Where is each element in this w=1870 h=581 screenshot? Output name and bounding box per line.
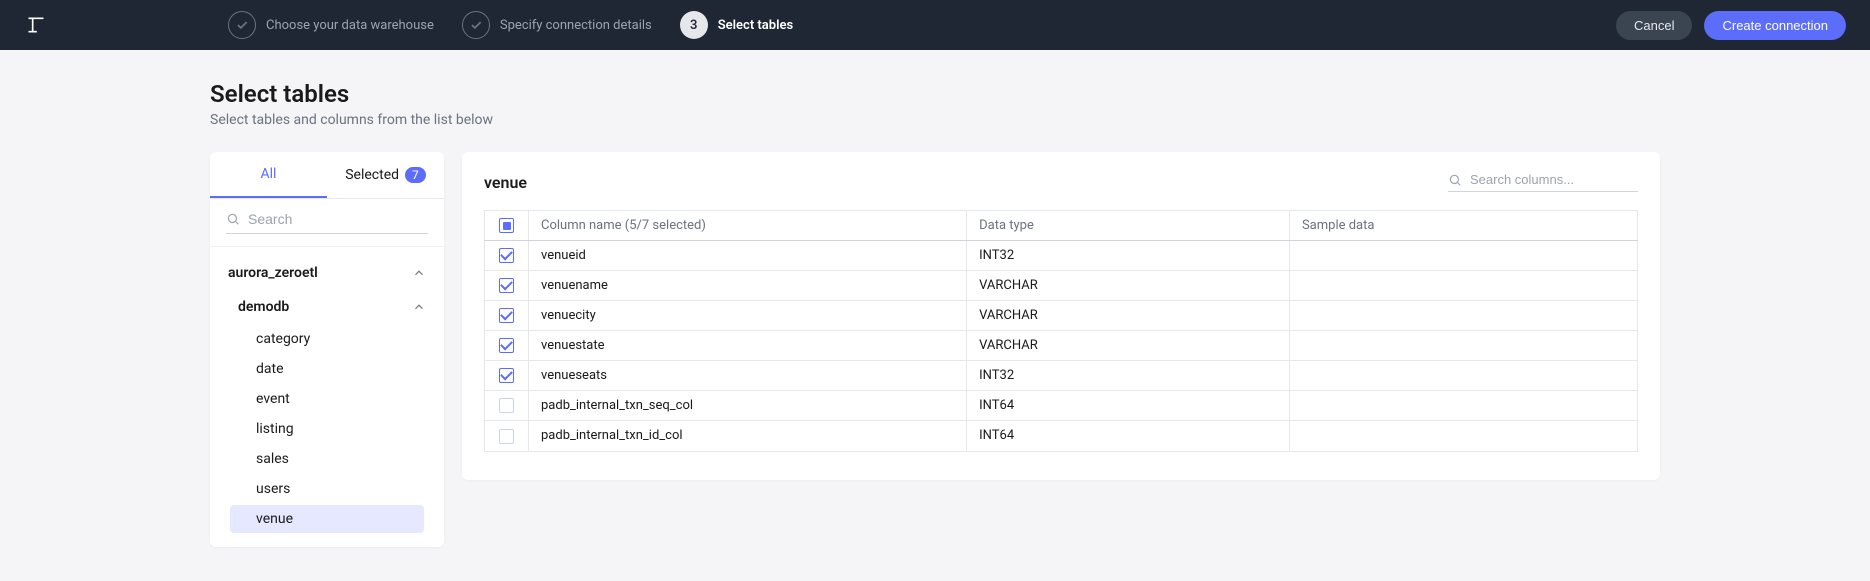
search-icon: [1448, 173, 1462, 187]
logo-icon: [24, 13, 48, 37]
check-icon: [228, 11, 256, 39]
table-row: venueidINT32: [485, 241, 1638, 271]
table-search-wrap: [210, 199, 444, 247]
schema-node[interactable]: aurora_zeroetl: [210, 255, 444, 291]
row-checkbox[interactable]: [499, 308, 514, 323]
table-row: venueseatsINT32: [485, 361, 1638, 391]
step-3-number: 3: [680, 11, 708, 39]
sample-data-cell: [1289, 391, 1637, 421]
table-row: padb_internal_txn_id_colINT64: [485, 421, 1638, 451]
row-checkbox-cell: [485, 241, 529, 271]
schema-name: aurora_zeroetl: [228, 265, 318, 281]
tab-selected-label: Selected: [345, 167, 399, 183]
sample-data-cell: [1289, 421, 1637, 451]
step-1-label: Choose your data warehouse: [266, 18, 434, 33]
step-2: Specify connection details: [462, 11, 652, 39]
row-checkbox[interactable]: [499, 368, 514, 383]
tab-selected[interactable]: Selected 7: [327, 152, 444, 198]
data-type-cell: INT32: [967, 361, 1290, 391]
detail-title: venue: [484, 173, 527, 192]
columns-table: Column name (5/7 selected) Data type Sam…: [484, 210, 1638, 452]
table-item[interactable]: event: [230, 385, 424, 413]
select-all-checkbox[interactable]: [499, 218, 514, 233]
table-row: padb_internal_txn_seq_colINT64: [485, 391, 1638, 421]
data-type-cell: INT64: [967, 391, 1290, 421]
data-type-cell: VARCHAR: [967, 271, 1290, 301]
sample-data-cell: [1289, 301, 1637, 331]
column-name-cell: venueseats: [529, 361, 967, 391]
step-3-label: Select tables: [718, 18, 793, 33]
column-detail-panel: venue Column name (5/7 selected) Data ty…: [462, 152, 1660, 480]
row-checkbox[interactable]: [499, 429, 514, 444]
table-tree: aurora_zeroetl demodb categorydateeventl…: [210, 247, 444, 547]
col-header-name: Column name (5/7 selected): [529, 211, 967, 241]
database-name: demodb: [238, 299, 289, 315]
table-item[interactable]: sales: [230, 445, 424, 473]
tab-all-label: All: [261, 166, 277, 182]
column-name-cell: venuename: [529, 271, 967, 301]
table-row: venuenameVARCHAR: [485, 271, 1638, 301]
table-item[interactable]: date: [230, 355, 424, 383]
data-type-cell: VARCHAR: [967, 331, 1290, 361]
page-subtitle: Select tables and columns from the list …: [210, 112, 1660, 128]
sample-data-cell: [1289, 271, 1637, 301]
wizard-steps: Choose your data warehouse Specify conne…: [228, 11, 793, 39]
table-item[interactable]: category: [230, 325, 424, 353]
search-icon: [226, 212, 240, 226]
table-list: categorydateeventlistingsalesusersvenue: [210, 323, 444, 533]
step-1: Choose your data warehouse: [228, 11, 434, 39]
column-name-cell: padb_internal_txn_seq_col: [529, 391, 967, 421]
row-checkbox-cell: [485, 421, 529, 451]
tab-all[interactable]: All: [210, 152, 327, 198]
row-checkbox[interactable]: [499, 338, 514, 353]
database-node[interactable]: demodb: [210, 291, 444, 323]
row-checkbox-cell: [485, 331, 529, 361]
step-2-label: Specify connection details: [500, 18, 652, 33]
column-search-input[interactable]: [1470, 172, 1646, 187]
sample-data-cell: [1289, 241, 1637, 271]
header-actions: Cancel Create connection: [1616, 11, 1846, 40]
sample-data-cell: [1289, 361, 1637, 391]
column-name-cell: venuecity: [529, 301, 967, 331]
data-type-cell: INT32: [967, 241, 1290, 271]
row-checkbox[interactable]: [499, 398, 514, 413]
create-connection-button[interactable]: Create connection: [1704, 11, 1846, 40]
col-header-sample: Sample data: [1289, 211, 1637, 241]
row-checkbox-cell: [485, 271, 529, 301]
check-icon: [462, 11, 490, 39]
data-type-cell: VARCHAR: [967, 301, 1290, 331]
column-name-cell: padb_internal_txn_id_col: [529, 421, 967, 451]
row-checkbox-cell: [485, 361, 529, 391]
row-checkbox-cell: [485, 391, 529, 421]
column-search-wrap: [1448, 172, 1638, 192]
row-checkbox[interactable]: [499, 248, 514, 263]
chevron-up-icon: [412, 300, 426, 314]
main-content: Select tables Select tables and columns …: [0, 50, 1870, 577]
sample-data-cell: [1289, 331, 1637, 361]
selected-count-badge: 7: [405, 167, 426, 183]
table-search-input[interactable]: [248, 211, 429, 227]
column-name-cell: venuestate: [529, 331, 967, 361]
step-3: 3 Select tables: [680, 11, 793, 39]
data-type-cell: INT64: [967, 421, 1290, 451]
chevron-up-icon: [412, 266, 426, 280]
cancel-button[interactable]: Cancel: [1616, 11, 1692, 40]
table-row: venuestateVARCHAR: [485, 331, 1638, 361]
table-row: venuecityVARCHAR: [485, 301, 1638, 331]
table-item[interactable]: venue: [230, 505, 424, 533]
row-checkbox-cell: [485, 301, 529, 331]
table-item[interactable]: listing: [230, 415, 424, 443]
header: Choose your data warehouse Specify conne…: [0, 0, 1870, 50]
row-checkbox[interactable]: [499, 278, 514, 293]
header-checkbox-cell: [485, 211, 529, 241]
page-title: Select tables: [210, 80, 1660, 108]
tabs: All Selected 7: [210, 152, 444, 199]
table-item[interactable]: users: [230, 475, 424, 503]
table-browser-panel: All Selected 7 aurora_zeroetl: [210, 152, 444, 547]
col-header-type: Data type: [967, 211, 1290, 241]
column-name-cell: venueid: [529, 241, 967, 271]
